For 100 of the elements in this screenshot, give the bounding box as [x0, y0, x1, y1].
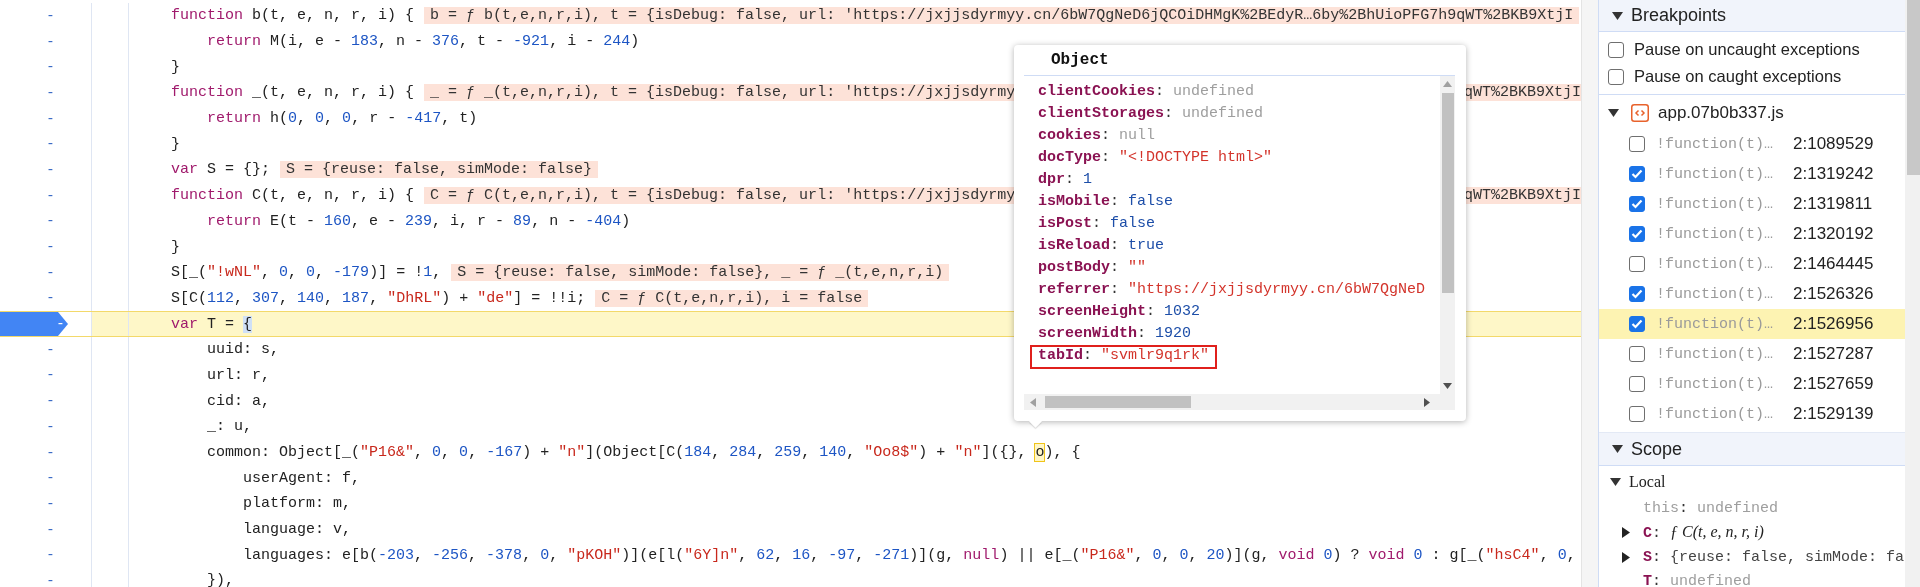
checkbox[interactable] — [1629, 196, 1645, 212]
property-row-text: referrer: "https://jxjjsdyrmyy.cn/6bW7QgNeD — [1037, 280, 1427, 300]
line-number: - — [45, 521, 55, 538]
breakpoint-location[interactable]: 2:1527287 — [1793, 344, 1874, 364]
inline-value: b = ƒ b(t,e,n,r,i), t = {isDebug: false, url: 'https://jxjjsdyrmyy.cn/6bW7QgNeD6jQCOiDHMgK%2BEdyR…6by%2BhUioPFG7h9qWT%2BKB9XtjI — [424, 7, 1580, 25]
property-row-text: isPost: false — [1037, 214, 1157, 234]
property-row-text: clientCookies: undefined — [1037, 82, 1256, 102]
section-header[interactable]: Breakpoints — [1599, 0, 1905, 32]
section-title: Scope — [1631, 438, 1683, 460]
line-number: - — [55, 316, 65, 333]
checkbox[interactable] — [1629, 406, 1645, 422]
scope-entry[interactable]: C: ƒ C(t, e, n, r, i) — [1643, 523, 1764, 543]
property-row-text: cookies: null — [1037, 126, 1157, 146]
caret-right-icon[interactable] — [1622, 551, 1630, 563]
property-row-text: screenWidth: 1920 — [1037, 324, 1193, 344]
scope-entry[interactable]: this: undefined — [1643, 499, 1779, 517]
section-header[interactable]: Scope — [1599, 432, 1905, 466]
checkbox[interactable] — [1629, 316, 1645, 332]
scrollbar-thumb[interactable] — [1441, 93, 1454, 293]
line-number: - — [45, 393, 55, 410]
scrollbar-thumb[interactable] — [1907, 0, 1920, 175]
code-line: uuid: s, — [206, 341, 280, 359]
line-number: - — [45, 161, 55, 178]
code-line: return E(t - 160, e - 239, i, r - 89, n - -404) — [206, 212, 631, 230]
line-number: - — [45, 136, 55, 153]
code-line: return M(i, e - 183, n - 376, t - -921, i - 244) — [206, 33, 640, 51]
checkbox[interactable] — [1629, 286, 1645, 302]
code-line: function C(t, e, n, r, i) { — [170, 187, 415, 205]
breakpoint-location[interactable]: 2:1320192 — [1793, 224, 1874, 244]
breakpoint-location[interactable]: 2:1464445 — [1793, 254, 1874, 274]
line-number: - — [45, 7, 55, 24]
code-line: url: r, — [206, 366, 271, 384]
scrollbar[interactable] — [1024, 394, 1455, 410]
breakpoint-location[interactable]: 2:1319242 — [1793, 164, 1874, 184]
code-line: }), — [206, 572, 235, 587]
breakpoint-location[interactable]: 2:1319811 — [1793, 194, 1873, 214]
checkbox[interactable] — [1629, 226, 1645, 242]
code-line: } — [170, 58, 180, 76]
scrollbar[interactable] — [1905, 0, 1920, 587]
checkbox[interactable] — [1608, 41, 1624, 58]
inline-value: S = {reuse: false, simMode: false}, _ = ƒ _(t,e,n,r,i) — [451, 264, 950, 282]
breakpoint-location[interactable]: 2:1526326 — [1793, 284, 1874, 304]
caret-down-icon[interactable] — [1612, 445, 1623, 453]
checkbox[interactable] — [1629, 166, 1645, 182]
line-number: - — [45, 290, 55, 307]
checkbox[interactable] — [1629, 376, 1645, 392]
option-label[interactable]: Pause on uncaught exceptions — [1634, 40, 1860, 59]
line-number: - — [45, 444, 55, 461]
line-number: - — [45, 547, 55, 564]
code-file-icon — [1631, 104, 1649, 122]
scope-group-name[interactable]: Local — [1629, 473, 1666, 491]
line-number: - — [45, 187, 55, 204]
code-line: languages: e[b(-203, -256, -378, 0, "pKOH")](e[l("6Y]n", 62, 16, -97, -271)](g, null) || e[_("P16&", 0, 0, 20)](g, void 0) ? void 0 : g[_("hsC4", 0, — [242, 546, 1576, 564]
property-row-text: clientStorages: undefined — [1037, 104, 1265, 124]
code-line: return h(0, 0, 0, r - -417, t) — [206, 110, 478, 128]
property-row-text: dpr: 1 — [1037, 170, 1094, 190]
option-label[interactable]: Pause on caught exceptions — [1634, 67, 1842, 86]
code-line: S[C(112, 307, 140, 187, "DhRL") + "de"] = !!i; — [170, 289, 586, 307]
property-row-text: screenHeight: 1032 — [1037, 302, 1202, 322]
line-number: - — [45, 239, 55, 256]
file-name[interactable]: app.07b0b337.js — [1658, 103, 1784, 123]
code-line: userAgent: f, — [242, 469, 361, 487]
property-row-text: postBody: "" — [1037, 258, 1148, 278]
caret-down-icon[interactable] — [1608, 109, 1619, 117]
inline-value: S = {reuse: false, simMode: false} — [280, 161, 599, 179]
scroll-right-icon[interactable] — [1424, 397, 1430, 407]
line-number: - — [45, 33, 55, 50]
code-line: var T = { — [170, 315, 253, 333]
line-number: - — [45, 572, 55, 587]
scope-entry[interactable]: S: {reuse: false, simMode: fa — [1643, 548, 1905, 566]
line-number: - — [45, 341, 55, 358]
code-line: function _(t, e, n, r, i) { — [170, 84, 415, 102]
breakpoint-location[interactable]: 2:1527659 — [1793, 374, 1874, 394]
line-number: - — [45, 418, 55, 435]
line-number: - — [45, 59, 55, 76]
breakpoint-marker[interactable] — [0, 312, 70, 337]
property-row-text: isMobile: false — [1037, 192, 1175, 212]
scope-entry[interactable]: T: undefined — [1643, 573, 1752, 587]
breakpoint-location[interactable]: 2:1089529 — [1793, 134, 1874, 154]
code-line: cid: a, — [206, 392, 271, 410]
checkbox[interactable] — [1629, 346, 1645, 362]
checkbox[interactable] — [1629, 256, 1645, 272]
code-line: platform: m, — [242, 495, 352, 513]
checkbox[interactable] — [1629, 136, 1645, 152]
breakpoint-location[interactable]: 2:1529139 — [1793, 404, 1874, 424]
section-title: Breakpoints — [1631, 5, 1727, 26]
checkbox[interactable] — [1608, 68, 1624, 85]
scrollbar[interactable] — [1581, 0, 1598, 587]
caret-down-icon[interactable] — [1610, 478, 1621, 486]
caret-down-icon[interactable] — [1612, 11, 1623, 20]
property-row-text: isReload: true — [1037, 236, 1166, 256]
inline-value: C = ƒ C(t,e,n,r,i), i = false — [595, 289, 869, 307]
code-line: } — [170, 238, 180, 256]
scroll-down-icon[interactable] — [1443, 383, 1452, 389]
code-line: S[_("!wNL", 0, 0, -179)] = !1, — [170, 264, 442, 282]
scrollbar-thumb[interactable] — [1045, 396, 1191, 408]
scrollbar[interactable] — [1440, 76, 1455, 394]
caret-right-icon[interactable] — [1622, 527, 1630, 539]
breakpoint-location[interactable]: 2:1526956 — [1793, 314, 1874, 334]
popover-title: Object — [1051, 51, 1109, 69]
